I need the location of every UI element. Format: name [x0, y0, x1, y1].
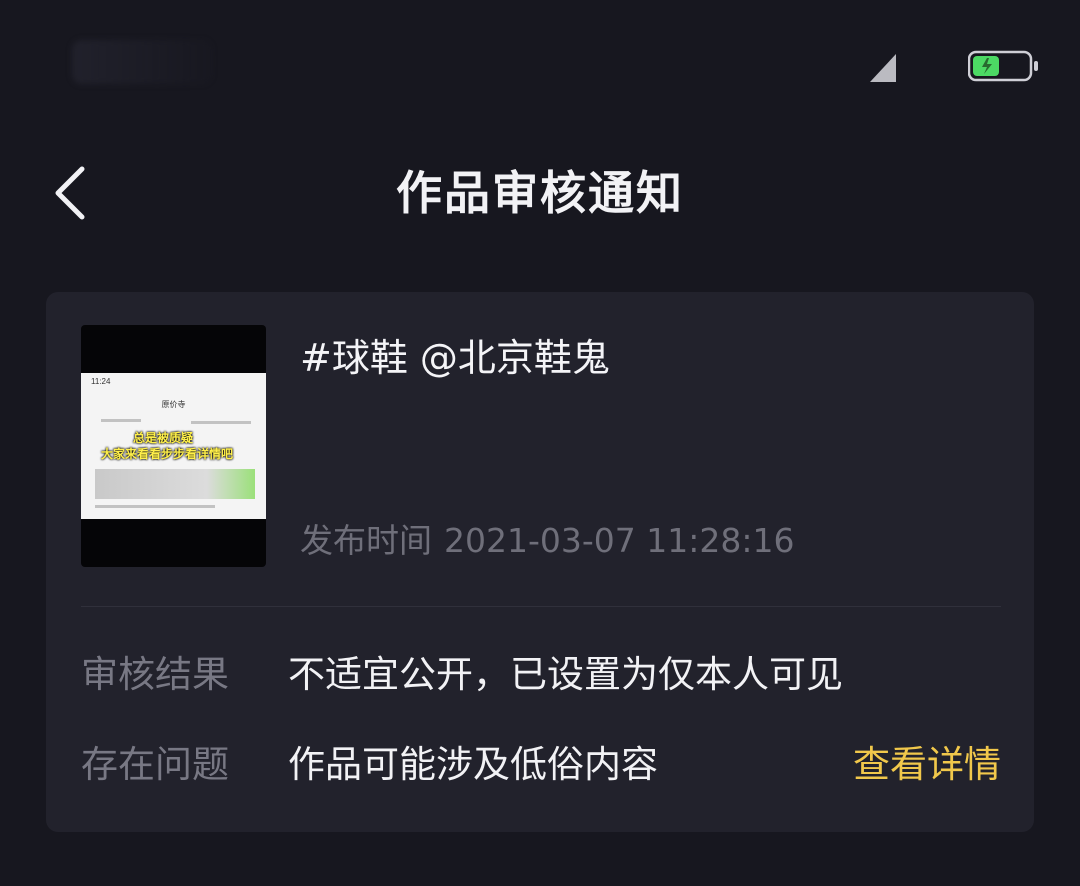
publish-time-label: 发布时间	[300, 521, 432, 560]
thumbnail-screen-title: 原价寺	[161, 400, 186, 409]
post-title[interactable]: #球鞋 @北京鞋鬼	[300, 332, 610, 384]
post-thumbnail[interactable]: 11:24 原价寺 总是被质疑 大家来看看步步看详情吧	[81, 325, 266, 567]
issue-label: 存在问题	[81, 743, 229, 786]
view-details-link[interactable]: 查看详情	[853, 738, 1001, 792]
battery-icon	[968, 50, 1038, 82]
status-bar	[0, 0, 1080, 110]
signal-icon	[870, 54, 896, 82]
review-result-label: 审核结果	[81, 653, 229, 696]
issue-value: 作品可能涉及低俗内容	[288, 743, 658, 786]
issue-row: 存在问题 作品可能涉及低俗内容 查看详情	[81, 738, 1001, 792]
status-time-blurred	[72, 40, 212, 84]
thumbnail-banner	[95, 469, 255, 499]
thumbnail-overlay-text: 大家来看看步步看详情吧	[101, 447, 234, 461]
publish-time-row: 发布时间 2021-03-07 11:28:16	[300, 518, 794, 564]
thumbnail-text-line	[101, 419, 141, 422]
page-title: 作品审核通知	[396, 166, 684, 220]
thumbnail-time: 11:24	[91, 377, 111, 386]
review-result-value: 不适宜公开，已设置为仅本人可见	[288, 653, 843, 696]
nav-bar: 作品审核通知	[0, 140, 1080, 250]
divider	[81, 606, 1001, 607]
review-result-row: 审核结果 不适宜公开，已设置为仅本人可见	[81, 648, 1001, 702]
thumbnail-screenshot: 11:24 原价寺 总是被质疑 大家来看看步步看详情吧	[81, 373, 266, 519]
review-notice-card[interactable]: 11:24 原价寺 总是被质疑 大家来看看步步看详情吧 #球鞋 @北京鞋鬼 发布…	[46, 292, 1034, 832]
thumbnail-text-line	[191, 421, 251, 424]
thumbnail-overlay-text: 总是被质疑	[133, 431, 194, 445]
thumbnail-text-line	[95, 505, 215, 508]
publish-time-value: 2021-03-07 11:28:16	[444, 521, 795, 560]
